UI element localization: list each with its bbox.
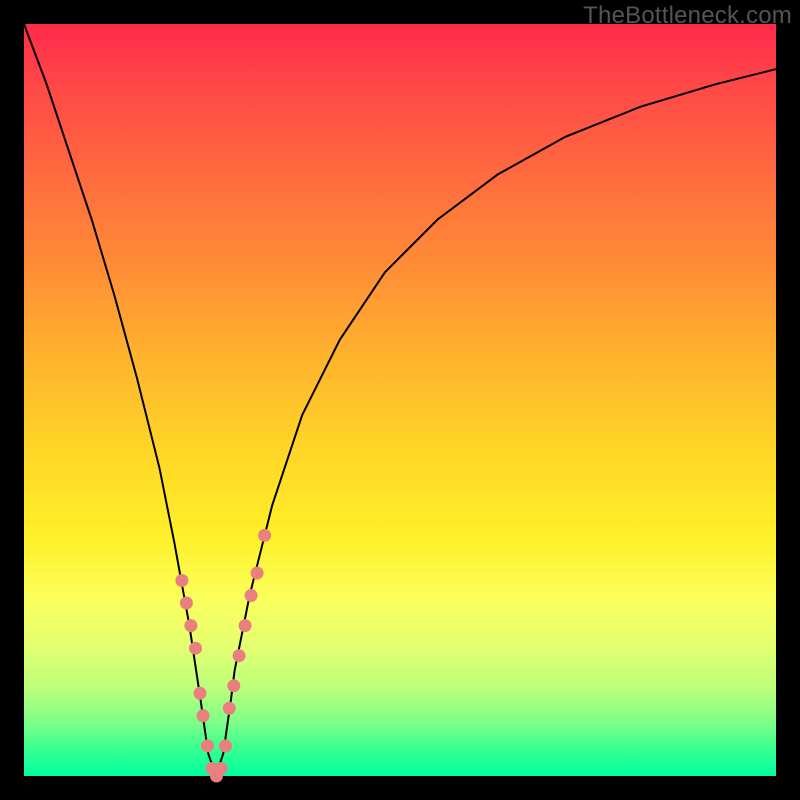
plot-area <box>24 24 776 776</box>
marker-dot <box>233 650 245 662</box>
marker-dot <box>259 529 271 541</box>
bottleneck-curve <box>24 24 776 776</box>
marker-dot <box>223 702 235 714</box>
marker-dot <box>228 680 240 692</box>
marker-dot <box>215 763 227 775</box>
marker-dot <box>239 620 251 632</box>
marker-dot <box>245 590 257 602</box>
marker-dot <box>185 620 197 632</box>
marker-dot <box>180 597 192 609</box>
marker-dot <box>202 740 214 752</box>
chart-overlay <box>24 24 776 776</box>
marker-dot <box>251 567 263 579</box>
marker-group <box>176 529 271 782</box>
marker-dot <box>220 740 232 752</box>
marker-dot <box>197 710 209 722</box>
marker-dot <box>190 642 202 654</box>
marker-dot <box>194 687 206 699</box>
marker-dot <box>176 575 188 587</box>
chart-frame: TheBottleneck.com <box>0 0 800 800</box>
